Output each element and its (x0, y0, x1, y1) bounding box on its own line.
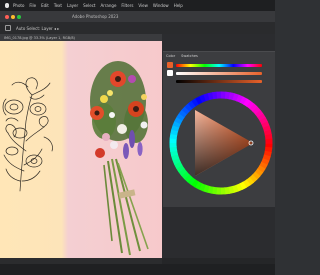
minimize-window-button[interactable] (11, 14, 15, 19)
window-title-bar: Adobe Photoshop 2023 (0, 11, 275, 22)
menu-item-photo[interactable]: Photo (13, 3, 24, 8)
menu-item-file[interactable]: File (29, 3, 36, 8)
menu-item-window[interactable]: Window (153, 3, 169, 8)
bottom-bar (0, 264, 275, 275)
current-color-swatch[interactable] (167, 62, 173, 68)
floral-line-drawing (2, 77, 53, 192)
flower-bouquet-photo (90, 61, 149, 256)
toolbar-options-text: Auto Select: Layer ◂ ▸ (16, 25, 60, 31)
window-title: Adobe Photoshop 2023 (72, 14, 119, 19)
menu-item-filters[interactable]: Filters (121, 3, 133, 8)
menu-item-layer[interactable]: Layer (67, 3, 78, 8)
document-tab[interactable]: IMG_0178.jpg @ 33.3% (Layer 1, RGB/8) (0, 34, 162, 41)
saturation-value-triangle[interactable] (195, 110, 253, 176)
menu-item-select[interactable]: Select (83, 3, 95, 8)
move-tool-icon[interactable] (5, 25, 11, 31)
saturation-slider[interactable] (176, 71, 262, 75)
macos-menu-bar: Photo File Edit Text Layer Select Arrang… (0, 0, 275, 11)
apple-icon[interactable] (5, 3, 9, 8)
menu-item-help[interactable]: Help (174, 3, 183, 8)
tab-swatches[interactable]: Swatches (181, 54, 198, 58)
options-toolbar: Auto Select: Layer ◂ ▸ (0, 22, 275, 34)
menu-item-edit[interactable]: Edit (41, 3, 49, 8)
close-window-button[interactable] (5, 14, 9, 19)
menu-item-arrange[interactable]: Arrange (100, 3, 116, 8)
hue-slider-row (167, 62, 262, 68)
menu-item-view[interactable]: View (138, 3, 148, 8)
color-wheel-widget[interactable] (165, 88, 277, 200)
tab-color[interactable]: Color (166, 54, 175, 58)
hue-slider[interactable] (176, 63, 262, 67)
canvas-artwork (2, 61, 149, 256)
value-slider-row (167, 78, 262, 84)
menu-item-text[interactable]: Text (54, 3, 62, 8)
document-tab-label: IMG_0178.jpg @ 33.3% (Layer 1, RGB/8) (4, 35, 75, 40)
swatch-spacer (167, 78, 173, 84)
zoom-window-button[interactable] (17, 14, 21, 19)
color-panel: Color Swatches (163, 51, 275, 207)
document-canvas[interactable] (0, 41, 162, 258)
value-slider[interactable] (176, 79, 262, 83)
window-controls (5, 14, 23, 19)
background-color-swatch[interactable] (167, 70, 173, 76)
panel-tab-bar: Color Swatches (163, 52, 275, 60)
saturation-slider-row (167, 70, 262, 76)
